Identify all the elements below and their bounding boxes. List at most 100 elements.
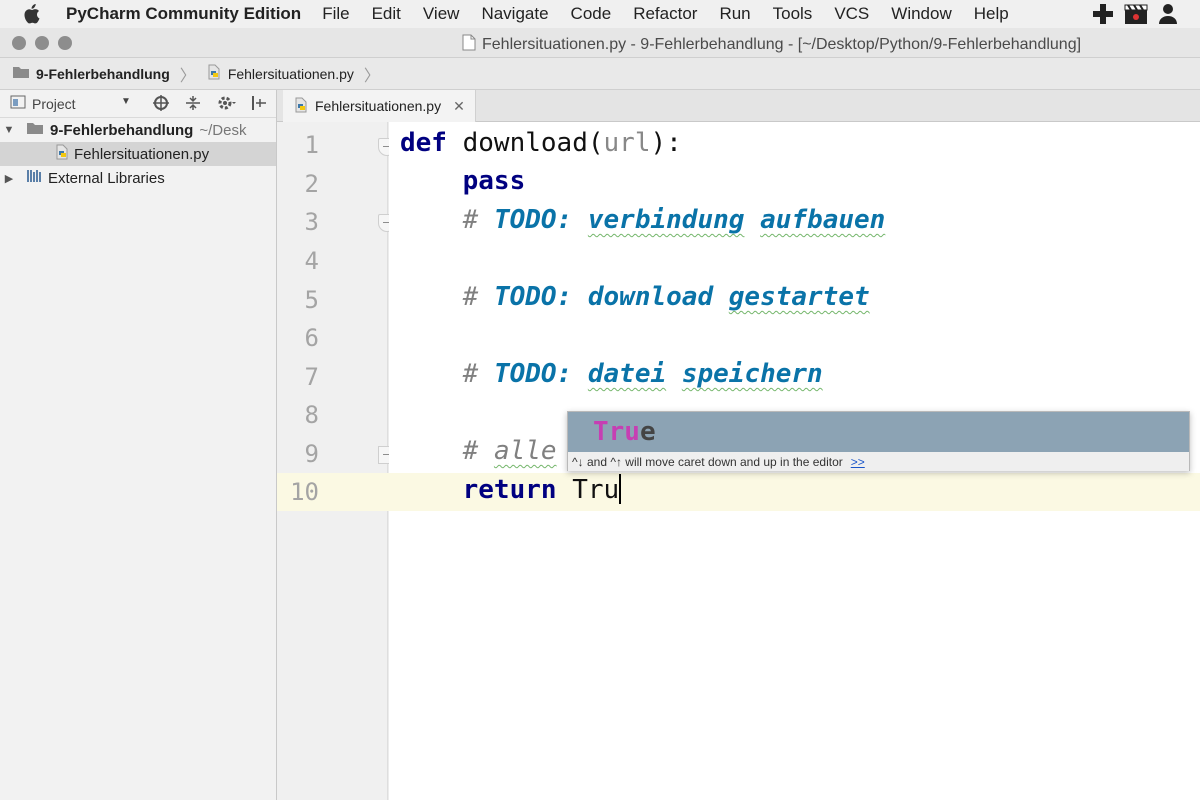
keyword: def (400, 128, 447, 158)
chevron-down-icon[interactable]: ▼ (0, 124, 18, 136)
line-number: 4 (304, 247, 319, 275)
window-titlebar: Fehlersituationen.py - 9-Fehlerbehandlun… (0, 28, 1200, 58)
menu-run[interactable]: Run (708, 4, 761, 24)
editor-tab-bar: Fehlersituationen.py ✕ (277, 90, 1200, 122)
project-root-label: 9-Fehlerbehandlung (50, 121, 194, 139)
todo-text: download (587, 282, 714, 312)
plus-tray-icon[interactable] (1092, 3, 1114, 30)
libraries-icon (26, 168, 44, 188)
completion-popup: Tru e ^↓ and ^↑ will move caret down and … (567, 411, 1190, 471)
parameter: url (603, 128, 651, 158)
code-line-10: return Tru (400, 474, 622, 505)
gear-icon[interactable] (216, 94, 236, 115)
project-view-selector[interactable]: Project (32, 96, 76, 112)
code-line-2: pass (400, 166, 526, 196)
comment-hash: # (462, 359, 494, 389)
close-icon[interactable]: ✕ (453, 98, 465, 115)
close-window-button[interactable] (12, 36, 26, 50)
breadcrumb-separator-icon: 〉 (363, 67, 380, 85)
minimize-window-button[interactable] (35, 36, 49, 50)
menu-file[interactable]: File (311, 4, 360, 24)
comment-text: alle (493, 436, 557, 466)
project-toolbar: Project ▼ (0, 90, 276, 118)
folder-icon (26, 121, 44, 139)
project-root-path: ~/Desk (199, 121, 247, 139)
menu-refactor[interactable]: Refactor (622, 4, 708, 24)
window-controls (12, 36, 72, 50)
menu-code[interactable]: Code (560, 4, 623, 24)
line-number: 5 (304, 286, 319, 314)
hide-panel-icon[interactable] (250, 94, 268, 115)
todo-marker: TODO: (493, 205, 573, 235)
code-line-5: # TODO: download gestartet (400, 282, 870, 312)
line-number: 7 (304, 363, 319, 391)
project-view-icon (10, 95, 26, 112)
menu-view[interactable]: View (412, 4, 471, 24)
todo-text: speichern (681, 359, 823, 389)
todo-text: datei (587, 359, 667, 389)
tree-file-label: Fehlersituationen.py (74, 145, 210, 163)
line-number-current: 10 (290, 478, 319, 506)
todo-text: verbindung (587, 205, 745, 235)
code-line-3: # TODO: verbindung aufbauen (400, 205, 886, 235)
collapse-all-icon[interactable] (184, 94, 202, 115)
menu-edit[interactable]: Edit (361, 4, 412, 24)
chevron-right-icon[interactable]: ▶ (0, 172, 18, 185)
python-file-icon (206, 64, 222, 83)
python-file-icon (293, 97, 309, 116)
completion-item-true[interactable]: Tru e (568, 412, 1189, 452)
window-title: Fehlersituationen.py - 9-Fehlerbehandlun… (462, 34, 1081, 56)
completion-hint-link[interactable]: >> (851, 455, 865, 469)
tree-item-project-root[interactable]: ▼ 9-Fehlerbehandlung ~/Desk (0, 118, 276, 142)
navigation-bar: 9-Fehlerbehandlung 〉 Fehlersituationen.p… (0, 58, 1200, 90)
tree-item-external-libraries[interactable]: ▶ External Libraries (0, 166, 276, 190)
code-line-7: # TODO: datei speichern (400, 359, 823, 389)
typed-text: Tru (556, 475, 620, 505)
todo-text: gestartet (728, 282, 870, 312)
app-name-menu[interactable]: PyCharm Community Edition (66, 4, 301, 24)
completion-hint-text: ^↓ and ^↑ will move caret down and up in… (572, 454, 843, 469)
punctuation: ): (650, 128, 682, 158)
menubar-tray (1092, 3, 1178, 30)
keyword: return (462, 475, 557, 505)
todo-text: aufbauen (760, 205, 886, 235)
menu-window[interactable]: Window (880, 4, 962, 24)
folder-icon (12, 65, 30, 82)
apple-icon[interactable] (22, 4, 50, 24)
scroll-from-source-icon[interactable] (152, 94, 170, 115)
clapperboard-tray-icon[interactable] (1124, 3, 1148, 30)
menu-help[interactable]: Help (963, 4, 1020, 24)
menu-navigate[interactable]: Navigate (470, 4, 559, 24)
menu-items: File Edit View Navigate Code Refactor Ru… (311, 4, 1020, 24)
line-number: 6 (304, 324, 319, 352)
external-libraries-label: External Libraries (48, 169, 165, 187)
tab-fehlersituationen[interactable]: Fehlersituationen.py ✕ (283, 90, 476, 122)
todo-marker: TODO: (493, 282, 573, 312)
breadcrumb-file[interactable]: Fehlersituationen.py (206, 64, 354, 83)
window-title-text: Fehlersituationen.py - 9-Fehlerbehandlun… (482, 36, 1082, 53)
function-name: download( (446, 128, 604, 158)
comment-hash: # (462, 205, 494, 235)
document-icon (462, 34, 476, 56)
chevron-down-icon[interactable]: ▼ (121, 96, 131, 107)
menu-tools[interactable]: Tools (762, 4, 824, 24)
code-line-9: # alle (400, 436, 557, 466)
tab-label: Fehlersituationen.py (315, 98, 442, 114)
breadcrumb-separator-icon: 〉 (179, 67, 196, 85)
project-toolbar-icons (152, 94, 268, 115)
project-panel: Project ▼ ▼ 9-Fehlerbehandlung ~/Desk Fe… (0, 90, 277, 800)
line-number: 8 (304, 401, 319, 429)
breadcrumb-project[interactable]: 9-Fehlerbehandlung (12, 65, 170, 82)
python-file-icon (54, 144, 70, 164)
keyword: pass (462, 166, 526, 196)
todo-marker: TODO: (493, 359, 573, 389)
user-tray-icon[interactable] (1158, 3, 1178, 30)
completion-rest: e (639, 417, 656, 447)
text-caret (619, 474, 622, 504)
mac-menubar: PyCharm Community Edition File Edit View… (0, 0, 1200, 28)
tree-item-file[interactable]: Fehlersituationen.py (0, 142, 276, 166)
menu-vcs[interactable]: VCS (823, 4, 880, 24)
editor-gutter[interactable]: 1 2 3 4 5 6 7 8 9 10 (277, 122, 396, 800)
line-number: 2 (304, 170, 319, 198)
zoom-window-button[interactable] (58, 36, 72, 50)
